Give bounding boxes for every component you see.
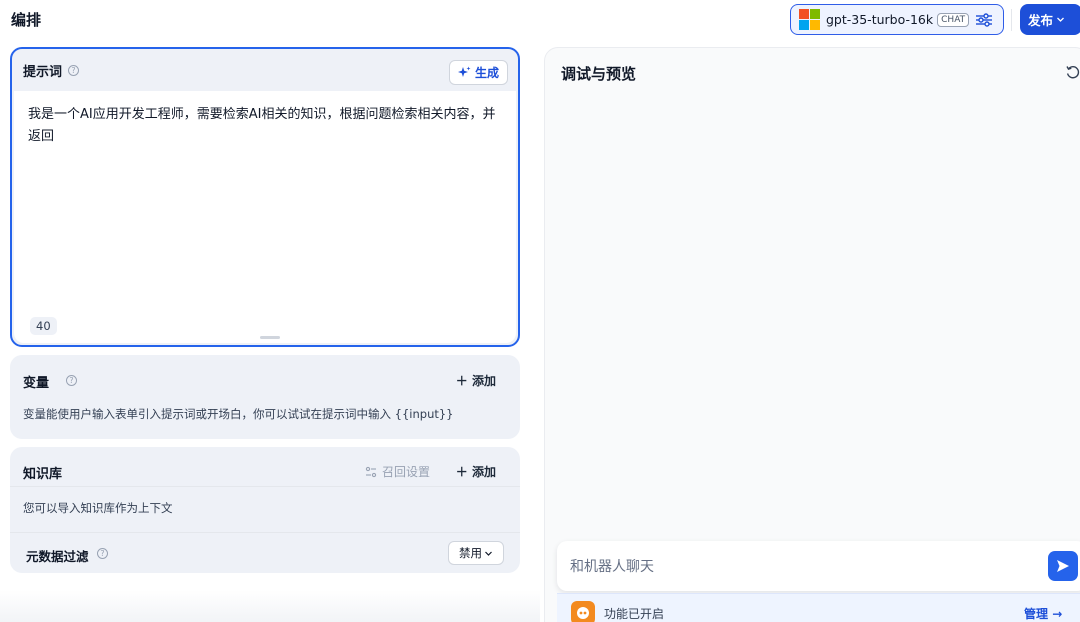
page-title: 编排: [11, 11, 42, 29]
prompt-card: 提示词 ? 生成 我是一个AI应用开发工程师，需要检索AI相关的知识，根据问题检…: [10, 47, 520, 347]
recall-settings-icon: [365, 466, 377, 477]
prompt-editor[interactable]: 我是一个AI应用开发工程师，需要检索AI相关的知识，根据问题检索相关内容，并返回…: [14, 91, 516, 343]
prompt-header: 提示词 ?: [12, 49, 518, 91]
knowledge-header: 知识库 召回设置 ＋ 添加: [10, 447, 520, 487]
refresh-icon[interactable]: [1065, 64, 1080, 80]
add-label: 添加: [471, 374, 496, 388]
help-icon[interactable]: ?: [68, 64, 80, 76]
send-button[interactable]: [1048, 551, 1078, 581]
variables-card: 变量 ? ＋ 添加 变量能使用户输入表单引入提示词或开场白，你可以试试在提示词中…: [10, 355, 520, 439]
metadata-filter-row: 元数据过滤 ? 禁用: [10, 532, 520, 573]
feature-icon: [571, 601, 595, 622]
add-knowledge-button[interactable]: ＋ 添加: [456, 463, 496, 480]
settings-sliders-icon[interactable]: [975, 12, 993, 27]
model-selector[interactable]: gpt-35-turbo-16k CHAT: [790, 4, 1004, 35]
metadata-filter-title: 元数据过滤: [26, 549, 89, 564]
resize-handle[interactable]: [260, 336, 280, 339]
chevron-down-icon: [485, 551, 492, 556]
chevron-down-icon: [1057, 17, 1064, 22]
feature-bar: 功能已开启 管理 →: [557, 593, 1080, 622]
char-count: 40: [30, 317, 57, 335]
quote-bubble-icon: [577, 607, 589, 619]
send-icon: [1057, 560, 1069, 572]
model-name: gpt-35-turbo-16k: [826, 12, 934, 27]
publish-button[interactable]: 发布: [1020, 4, 1080, 35]
knowledge-description: 您可以导入知识库作为上下文: [23, 501, 173, 515]
metadata-filter-select[interactable]: 禁用: [448, 541, 504, 565]
debug-title: 调试与预览: [561, 65, 637, 83]
generate-label: 生成: [474, 66, 499, 80]
add-variable-button[interactable]: ＋ 添加: [456, 372, 496, 389]
sparkle-icon: [457, 66, 471, 77]
manage-link[interactable]: 管理 →: [1024, 605, 1062, 622]
header-divider: [1011, 9, 1012, 31]
variables-description: 变量能使用户输入表单引入提示词或开场白，你可以试试在提示词中输入 {{input…: [23, 407, 454, 421]
recall-settings-label: 召回设置: [381, 465, 430, 479]
microsoft-logo-icon: [799, 9, 820, 30]
add-label: 添加: [471, 465, 496, 479]
debug-preview-panel: 调试与预览 和机器人聊天 功能已开启 管理 →: [544, 47, 1080, 622]
prompt-text[interactable]: 我是一个AI应用开发工程师，需要检索AI相关的知识，根据问题检索相关内容，并返回: [14, 91, 516, 161]
knowledge-card: 知识库 召回设置 ＋ 添加 您可以导入知识库作为上下文 元数据过滤 ? 禁用: [10, 447, 520, 573]
prompt-title: 提示词: [23, 64, 63, 80]
recall-settings-button[interactable]: 召回设置: [365, 463, 430, 480]
manage-label: 管理: [1024, 607, 1049, 621]
chat-placeholder: 和机器人聊天: [570, 559, 654, 575]
knowledge-title: 知识库: [23, 467, 63, 482]
variables-title: 变量: [23, 376, 50, 391]
chat-input[interactable]: 和机器人聊天: [557, 541, 1080, 591]
metadata-filter-value: 禁用: [459, 546, 482, 560]
generate-button[interactable]: 生成: [448, 60, 508, 85]
model-mode-badge: CHAT: [937, 12, 970, 27]
help-icon[interactable]: ?: [66, 375, 77, 386]
help-icon[interactable]: ?: [97, 548, 108, 559]
feature-label: 功能已开启: [604, 607, 665, 621]
publish-label: 发布: [1028, 13, 1054, 28]
bottom-fade: [0, 590, 540, 622]
